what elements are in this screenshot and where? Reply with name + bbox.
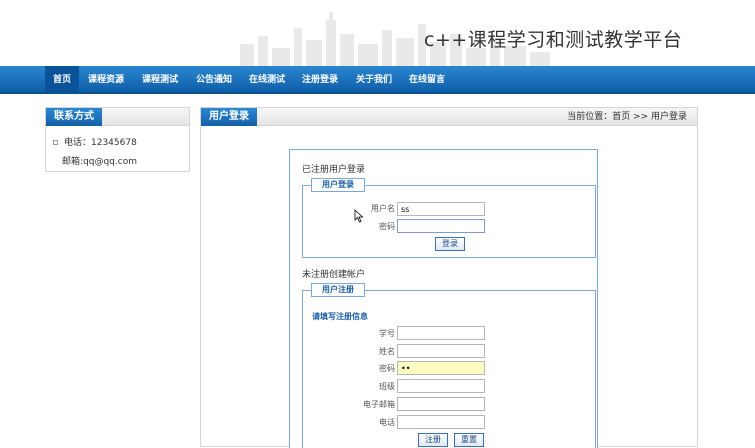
breadcrumb: 当前位置：首页 >> 用户登录	[567, 112, 687, 122]
bullet-icon	[53, 140, 58, 145]
register-fieldset: 用户注册 请填写注册信息 学号 姓名 密码 班级 电子邮箱 电话 注册 重置	[302, 283, 596, 448]
contact-panel: 联系方式 电话：12345678 邮箱:qq@qq.com	[45, 107, 190, 172]
main-panel-title: 用户登录	[201, 108, 257, 126]
main-panel-header: 用户登录 当前位置：首页 >> 用户登录	[201, 108, 697, 126]
email-label: 电子邮箱	[363, 400, 395, 409]
username-input[interactable]	[397, 202, 485, 216]
nav-item-guestbook[interactable]: 在线留言	[401, 66, 453, 94]
phone-input[interactable]	[397, 415, 485, 429]
name-input[interactable]	[397, 344, 485, 358]
phone-label: 电话	[379, 418, 395, 427]
nav-item-course-resources[interactable]: 课程资源	[80, 66, 132, 94]
main-panel: 用户登录 当前位置：首页 >> 用户登录 已注册用户登录 用户登录 用户名 密码…	[200, 107, 698, 448]
login-button[interactable]: 登录	[435, 237, 465, 251]
student-id-label: 学号	[379, 329, 395, 338]
register-hint: 请填写注册信息	[312, 312, 368, 321]
login-legend: 用户登录	[311, 178, 365, 192]
register-button[interactable]: 注册	[418, 433, 448, 447]
password-label: 密码	[379, 222, 395, 231]
nav-item-about-us[interactable]: 关于我们	[348, 66, 400, 94]
nav-item-register-login[interactable]: 注册登录	[294, 66, 346, 94]
reset-button[interactable]: 重置	[454, 433, 484, 447]
email-input[interactable]	[397, 397, 485, 411]
nav-item-course-tests[interactable]: 课程测试	[134, 66, 186, 94]
username-label: 用户名	[371, 204, 395, 213]
contact-panel-header: 联系方式	[46, 108, 189, 126]
login-fieldset: 用户登录 用户名 密码 登录	[302, 178, 596, 258]
register-section-title: 未注册创建帐户	[302, 270, 366, 280]
password-input[interactable]	[397, 219, 485, 233]
class-label: 班级	[379, 382, 395, 391]
contact-phone: 电话：12345678	[53, 135, 137, 148]
contact-phone-text: 电话：12345678	[64, 138, 137, 148]
name-label: 姓名	[379, 347, 395, 356]
auth-form-box: 已注册用户登录 用户登录 用户名 密码 登录 未注册创建帐户 用户注册 请填写注…	[289, 149, 598, 448]
reg-password-input[interactable]	[397, 361, 485, 375]
site-header: c++课程学习和测试教学平台	[0, 0, 755, 66]
contact-email: 邮箱:qq@qq.com	[62, 157, 137, 167]
login-section-title: 已注册用户登录	[302, 165, 366, 175]
nav-item-announcements[interactable]: 公告通知	[188, 66, 240, 94]
student-id-input[interactable]	[397, 326, 485, 340]
contact-panel-title: 联系方式	[46, 108, 102, 126]
nav-item-home[interactable]: 首页	[45, 66, 80, 94]
register-legend: 用户注册	[311, 283, 365, 297]
nav-item-online-test[interactable]: 在线测试	[241, 66, 293, 94]
class-input[interactable]	[397, 379, 485, 393]
main-nav: 首页 课程资源 课程测试 公告通知 在线测试 注册登录 关于我们 在线留言	[0, 66, 755, 94]
site-title: c++课程学习和测试教学平台	[424, 29, 683, 51]
reg-password-label: 密码	[379, 364, 395, 373]
mouse-cursor-icon	[354, 209, 364, 223]
